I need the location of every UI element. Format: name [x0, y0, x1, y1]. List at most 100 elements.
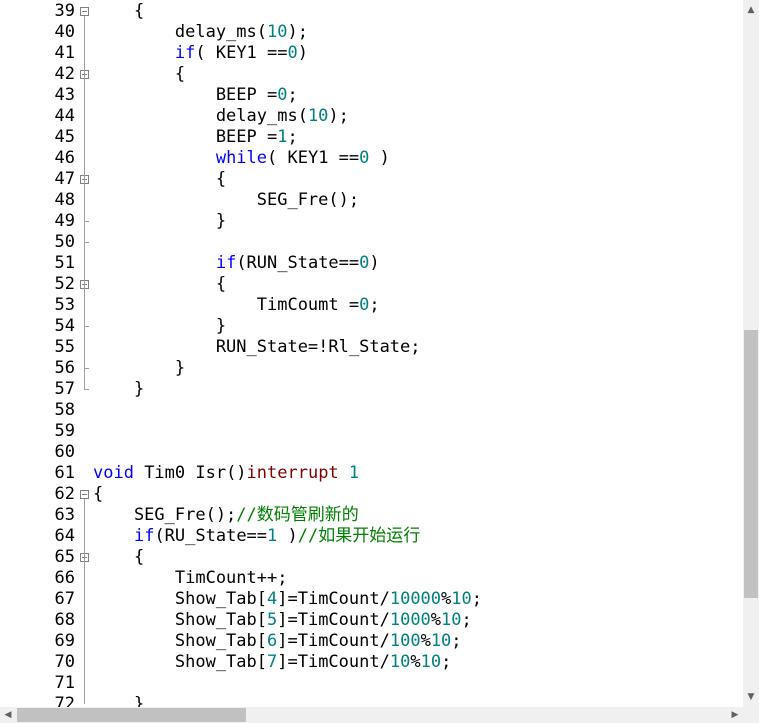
code-line[interactable]: Show_Tab[7]=TimCount/10%10; — [93, 652, 451, 673]
code-token: 0 — [277, 85, 288, 105]
code-token: Tim0 Isr() — [133, 463, 247, 483]
code-line[interactable]: if( KEY1 ==0) — [93, 43, 308, 64]
code-token: % — [410, 652, 421, 672]
code-line[interactable]: { — [93, 547, 144, 568]
code-token: 0 — [359, 253, 370, 273]
code-token: { — [93, 547, 145, 567]
vertical-scroll-thumb[interactable] — [744, 330, 758, 598]
code-token: 100 — [389, 631, 421, 651]
code-token: 10 — [389, 652, 411, 672]
line-number: 65 — [54, 547, 75, 567]
line-number: 71 — [54, 673, 75, 693]
fold-guide-line — [84, 499, 85, 704]
code-line[interactable]: TimCoumt =0; — [93, 295, 380, 316]
code-token: { — [93, 274, 227, 294]
line-number: 68 — [54, 610, 75, 630]
code-line[interactable]: Show_Tab[6]=TimCount/100%10; — [93, 631, 462, 652]
code-token: void — [93, 463, 134, 483]
line-number: 51 — [54, 253, 75, 273]
fold-collapse-icon[interactable] — [80, 490, 89, 499]
code-line[interactable]: { — [93, 1, 144, 22]
line-number: 42 — [54, 64, 75, 84]
code-token: { — [93, 484, 104, 504]
code-line[interactable]: } — [93, 379, 144, 400]
code-line[interactable]: { — [93, 64, 185, 85]
code-token: ; — [287, 85, 298, 105]
code-token: BEEP = — [93, 127, 278, 147]
code-token: ; — [287, 127, 298, 147]
code-line[interactable]: BEEP =1; — [93, 127, 298, 148]
code-token: delay_ms( — [93, 22, 267, 42]
scroll-left-arrow-icon[interactable]: ◀ — [0, 708, 16, 722]
code-token: TimCount++; — [93, 568, 288, 588]
line-number: 43 — [54, 85, 75, 105]
line-number: 59 — [54, 421, 75, 441]
fold-end-tick — [84, 242, 89, 243]
code-token: while — [215, 148, 268, 168]
line-number: 48 — [54, 190, 75, 210]
code-line[interactable]: } — [93, 358, 185, 379]
code-token: 0 — [287, 43, 298, 63]
line-number: 45 — [54, 127, 75, 147]
line-number: 66 — [54, 568, 75, 588]
scroll-right-arrow-icon[interactable]: ▶ — [727, 708, 743, 722]
scroll-down-arrow-icon[interactable]: ▼ — [743, 690, 759, 704]
code-line[interactable]: { — [93, 274, 226, 295]
line-number: 62 — [54, 484, 75, 504]
horizontal-scroll-thumb[interactable] — [17, 708, 246, 722]
code-token: { — [93, 169, 227, 189]
line-number-gutter[interactable]: 39 40 41 42 43 44 45 46 47 48 49 50 51 52 53 54 55 56 57 58… — [0, 0, 89, 714]
code-token: ]=TimCount/ — [277, 610, 390, 630]
line-number: 47 — [54, 169, 75, 189]
scroll-up-arrow-icon[interactable]: ▲ — [743, 3, 759, 17]
code-token: 0 — [359, 148, 370, 168]
code-token: ( KEY1 == — [195, 43, 288, 63]
code-token: 0 — [359, 295, 370, 315]
code-token: ]=TimCount/ — [277, 589, 390, 609]
code-token: ]=TimCount/ — [277, 631, 390, 651]
code-token: SEG_Fre(); — [93, 505, 237, 525]
code-line[interactable]: RUN_State=!Rl_State; — [93, 337, 421, 358]
code-line[interactable]: SEG_Fre();//数码管刷新的 — [93, 505, 359, 526]
code-line[interactable]: } — [93, 211, 226, 232]
code-token: Show_Tab[ — [93, 652, 267, 672]
code-line[interactable]: } — [93, 316, 226, 337]
code-token: 10 — [430, 631, 452, 651]
line-number: 54 — [54, 316, 75, 336]
code-token: { — [93, 64, 186, 84]
code-line[interactable]: Show_Tab[4]=TimCount/10000%10; — [93, 589, 482, 610]
line-number: 41 — [54, 43, 75, 63]
code-line[interactable]: SEG_Fre(); — [93, 190, 359, 211]
fold-collapse-icon[interactable] — [80, 7, 89, 16]
code-line[interactable]: delay_ms(10); — [93, 106, 349, 127]
code-token: 1000 — [389, 610, 431, 630]
code-line[interactable]: void Tim0 Isr()interrupt 1 — [93, 463, 359, 484]
code-line[interactable]: { — [93, 169, 226, 190]
code-token: if — [133, 526, 155, 546]
code-line[interactable]: if(RUN_State==0) — [93, 253, 380, 274]
fold-end-tick — [84, 389, 89, 390]
code-token: 1 — [277, 127, 288, 147]
line-number: 70 — [54, 652, 75, 672]
code-token: ; — [441, 652, 452, 672]
code-line[interactable]: Show_Tab[5]=TimCount/1000%10; — [93, 610, 472, 631]
code-line[interactable]: TimCount++; — [93, 568, 288, 589]
code-token: //如果开始运行 — [297, 526, 421, 546]
fold-end-tick — [84, 221, 89, 222]
code-line[interactable]: if(RU_State==1 )//如果开始运行 — [93, 526, 420, 547]
code-token: interrupt — [246, 463, 339, 483]
code-token: if — [174, 43, 196, 63]
horizontal-scrollbar[interactable]: ◀ ▶ — [0, 707, 743, 723]
line-number: 67 — [54, 589, 75, 609]
code-token: ; — [369, 295, 380, 315]
code-line[interactable]: while( KEY1 ==0 ) — [93, 148, 390, 169]
vertical-scrollbar[interactable]: ▲ ▼ — [743, 0, 759, 707]
code-line[interactable]: BEEP =0; — [93, 85, 298, 106]
code-line[interactable]: { — [93, 484, 103, 505]
code-token: 4 — [267, 589, 278, 609]
code-line[interactable]: delay_ms(10); — [93, 22, 308, 43]
code-token: if — [215, 253, 237, 273]
code-token: ) — [369, 148, 390, 168]
